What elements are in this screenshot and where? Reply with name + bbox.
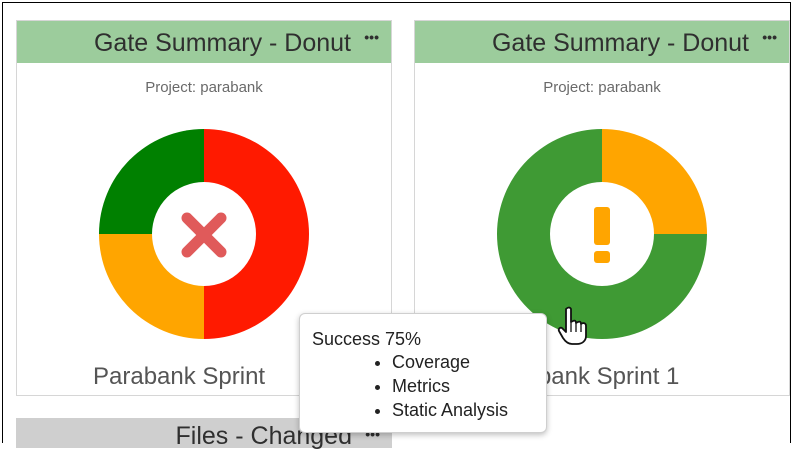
donut-chart[interactable]	[497, 129, 707, 339]
tooltip-title: Success 75%	[312, 329, 422, 349]
widget-header: Gate Summary - Donut •••	[415, 21, 789, 63]
donut-tooltip: Success 75% Coverage Metrics Static Anal…	[299, 313, 547, 433]
tooltip-item: Coverage	[392, 350, 546, 374]
tooltip-item: Static Analysis	[392, 398, 546, 422]
widget-title: Gate Summary - Donut	[491, 29, 749, 57]
widget-header: Gate Summary - Donut •••	[17, 21, 391, 63]
warning-exclamation-icon	[594, 207, 610, 263]
ellipsis-icon[interactable]: •••	[762, 29, 777, 45]
donut-chart[interactable]	[99, 129, 309, 339]
ellipsis-icon[interactable]: •••	[364, 29, 379, 45]
tooltip-item: Metrics	[392, 374, 546, 398]
project-label: Project: parabank	[145, 79, 263, 96]
widget-title: Gate Summary - Donut	[93, 29, 351, 57]
hand-cursor-icon	[557, 306, 587, 345]
project-label: Project: parabank	[543, 79, 661, 96]
tooltip-list: Coverage Metrics Static Analysis	[312, 350, 546, 422]
